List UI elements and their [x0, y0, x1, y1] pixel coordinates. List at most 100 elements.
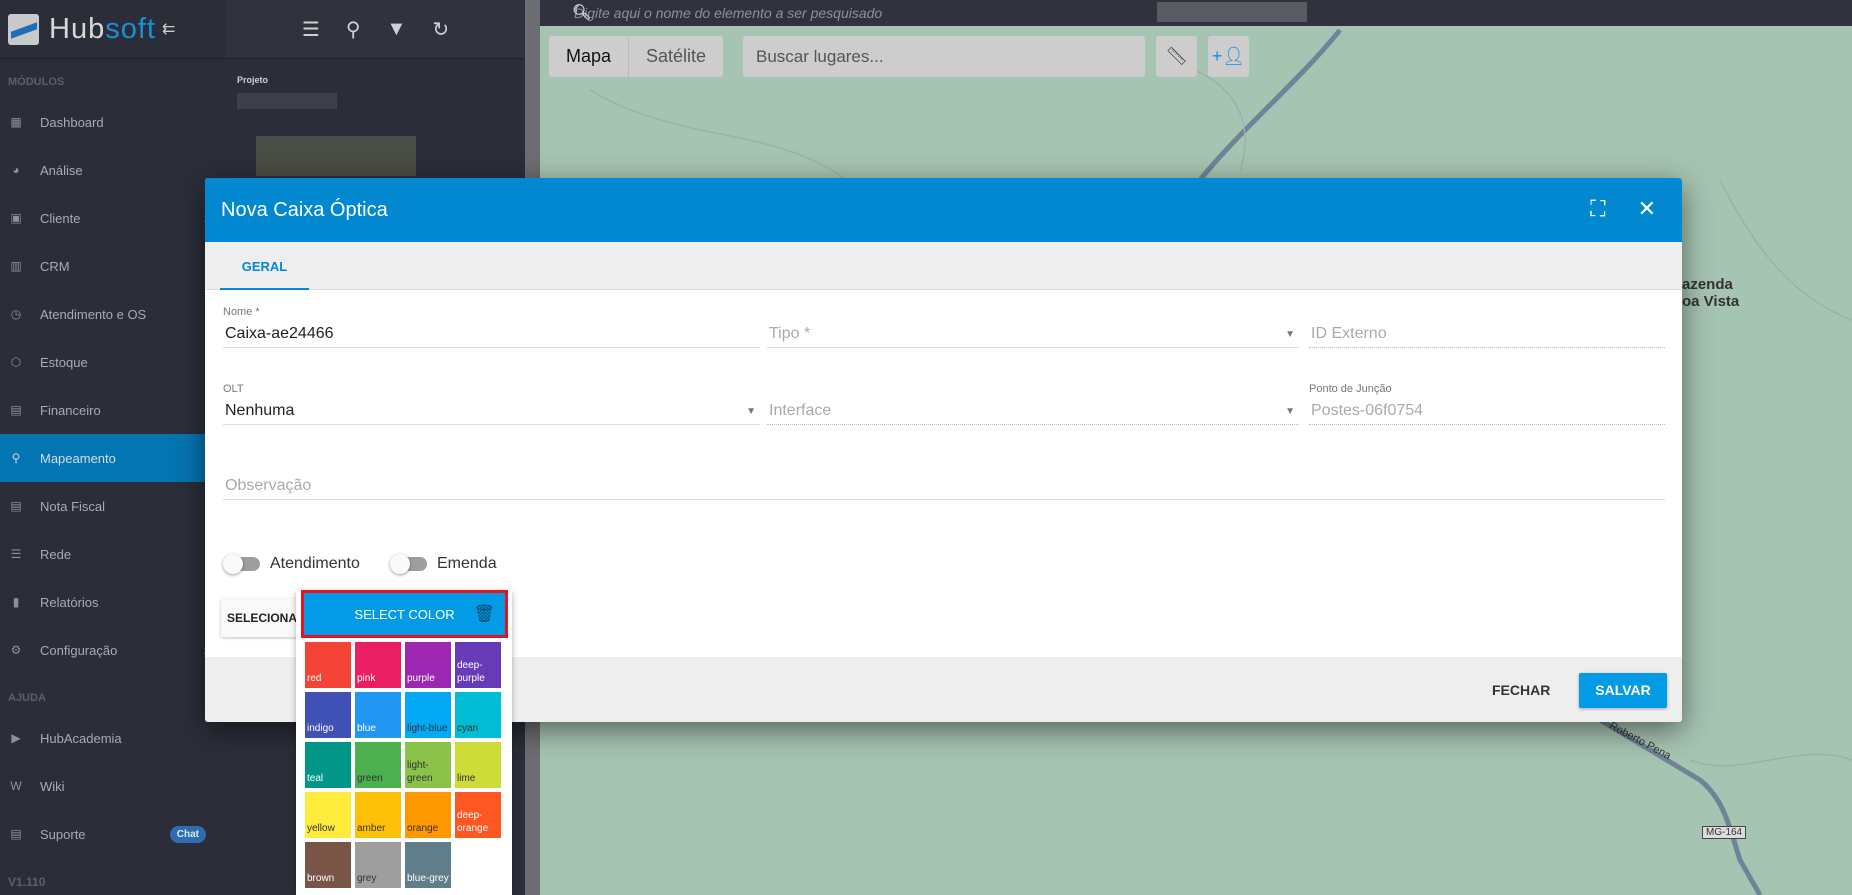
sidebar-item-mapeamento[interactable]: ⚲ Mapeamento [0, 434, 226, 482]
sidebar-item-wiki[interactable]: W Wiki [0, 762, 226, 810]
sidebar-item-relat-rios[interactable]: ▮ Relatórios [0, 578, 226, 626]
sidebar-item-configura-o[interactable]: ⚙Configuração› [0, 626, 226, 674]
toggle-switch[interactable] [223, 554, 260, 574]
filter-icon[interactable]: ▼ [387, 18, 407, 41]
color-swatch-orange[interactable]: orange [405, 792, 451, 838]
ponto-juncao-input[interactable]: Postes-06f0754 [1309, 397, 1665, 425]
emenda-toggle[interactable]: Emenda [390, 554, 497, 574]
swatch-label: blue [357, 723, 376, 734]
toggle-switch[interactable] [390, 554, 427, 574]
atendimento-toggle[interactable]: Atendimento [223, 554, 360, 574]
id-externo-field[interactable]: ID Externo [1309, 306, 1665, 348]
sidebar-item-dashboard[interactable]: ▦ Dashboard [0, 98, 226, 146]
brand-prefix: Hub [49, 12, 106, 45]
swatch-label: teal [307, 773, 324, 784]
color-swatch-deep-orange[interactable]: deep-orange [455, 792, 501, 838]
pie-chart-icon: ◕ [12, 163, 20, 177]
sidebar-item-suporte[interactable]: ▤ Suporte Chat [0, 810, 226, 858]
color-swatch-yellow[interactable]: yellow [305, 792, 351, 838]
salvar-button[interactable]: SALVAR [1579, 673, 1667, 708]
color-swatch-blue[interactable]: blue [355, 692, 401, 738]
sidebar-item-estoque[interactable]: ⬡ Estoque [0, 338, 226, 386]
id-externo-input[interactable]: ID Externo [1309, 320, 1665, 348]
selecionar-button[interactable]: SELECIONAR [221, 599, 306, 637]
sidebar-item-label: Financeiro [40, 402, 101, 418]
map-label-farm: azenda oa Vista [1682, 276, 1739, 310]
sidebar-item-an-lise[interactable]: ◕ Análise [0, 146, 226, 194]
nome-input[interactable]: Caixa-ae24466 [223, 320, 760, 348]
sidebar-item-hubacademia[interactable]: ▶ HubAcademia [0, 714, 226, 762]
chevron-down-icon: ▼ [1285, 406, 1295, 417]
file-icon: ▮ [12, 595, 20, 609]
color-swatch-red[interactable]: red [305, 642, 351, 688]
color-swatch-deep-purple[interactable]: deep-purple [455, 642, 501, 688]
element-search-bar[interactable]: 🔍︎ Digite aqui o nome do elemento a ser … [540, 0, 1852, 26]
map-pin-icon: ⚲ [11, 451, 21, 465]
tipo-select[interactable]: Tipo * [769, 325, 810, 342]
map-type-satellite[interactable]: Satélite [629, 36, 723, 77]
color-swatch-grey[interactable]: grey [355, 842, 401, 888]
swatch-label: amber [357, 823, 386, 834]
sidebar-item-label: Estoque [40, 354, 88, 370]
map-marker-icon[interactable]: ⚲ [346, 17, 361, 42]
trash-icon[interactable]: 🗑︎ [473, 604, 495, 624]
color-swatch-purple[interactable]: purple [405, 642, 451, 688]
color-swatch-indigo[interactable]: indigo [305, 692, 351, 738]
fullscreen-icon[interactable]: ⛶ [1590, 196, 1605, 222]
add-user-icon[interactable]: +👤︎ [1208, 36, 1249, 77]
sidebar: Hubsoft ⇇ MÓDULOS ▦ Dashboard ◕ Análise ▣ Cli… [0, 0, 226, 895]
color-swatch-lime[interactable]: lime [455, 742, 501, 788]
color-swatch-amber[interactable]: amber [355, 792, 401, 838]
color-swatch-green[interactable]: green [355, 742, 401, 788]
tipo-field[interactable]: Tipo * ▼ [767, 306, 1299, 348]
nome-field[interactable]: Nome * Caixa-ae24466 [223, 306, 760, 348]
sidebar-item-label: Análise [40, 162, 83, 178]
server-icon: ☰ [10, 547, 22, 561]
project-label: Projeto [237, 75, 269, 85]
olt-select[interactable]: Nenhuma [225, 402, 294, 419]
color-swatch-cyan[interactable]: cyan [455, 692, 501, 738]
panel-toolbar: ☰ ⚲ ▼ ↻ [226, 0, 525, 59]
sidebar-item-label: Mapeamento [40, 450, 116, 466]
swatch-label: red [307, 673, 322, 684]
sidebar-item-cliente[interactable]: ▣Cliente› [0, 194, 226, 242]
swatch-label: cyan [457, 723, 479, 734]
color-swatch-light-blue[interactable]: light-blue [405, 692, 451, 738]
observacao-input[interactable]: Observação [223, 472, 1665, 500]
trello-board-icon: ▥ [10, 259, 22, 273]
sidebar-item-atendimento-e-os[interactable]: ◷ Atendimento e OS [0, 290, 226, 338]
interface-select[interactable]: Interface [769, 402, 831, 419]
sidebar-item-label: Atendimento e OS [40, 306, 147, 322]
olt-field[interactable]: OLT Nenhuma ▼ [223, 383, 760, 425]
tab-geral[interactable]: GERAL [220, 242, 309, 290]
sidebar-item-rede[interactable]: ☰ Rede [0, 530, 226, 578]
refresh-icon[interactable]: ↻ [432, 17, 449, 42]
color-swatch-light-green[interactable]: light-green [405, 742, 451, 788]
color-swatch-brown[interactable]: brown [305, 842, 351, 888]
map-type-mapa[interactable]: Mapa [549, 36, 630, 77]
color-swatch-teal[interactable]: teal [305, 742, 351, 788]
sidebar-item-financeiro[interactable]: ▤ Financeiro [0, 386, 226, 434]
map-label-highway: MG-164 [1702, 826, 1747, 839]
menu-icon[interactable]: ☰ [302, 17, 320, 42]
ponto-juncao-field[interactable]: Ponto de Junção Postes-06f0754 [1309, 383, 1665, 425]
map-label-farm-line1: azenda [1682, 276, 1733, 293]
color-picker: SELECT COLOR 🗑︎ red pink purple deep-purple… [296, 590, 512, 895]
ruler-icon[interactable]: 📏︎ [1156, 36, 1197, 77]
close-icon[interactable]: ✕ [1638, 196, 1656, 222]
nome-label: Nome * [223, 306, 260, 318]
places-search-input[interactable]: Buscar lugares... [743, 36, 1145, 77]
fechar-button[interactable]: FECHAR [1492, 673, 1550, 708]
color-swatch-blue-grey[interactable]: blue-grey [405, 842, 451, 888]
sidebar-item-nota-fiscal[interactable]: ▤ Nota Fiscal [0, 482, 226, 530]
interface-field[interactable]: Interface ▼ [767, 383, 1299, 425]
sidebar-item-crm[interactable]: ▥ CRM [0, 242, 226, 290]
sidebar-item-label: Configuração [40, 642, 118, 658]
sidebar-item-label: Rede [40, 546, 72, 562]
collapse-menu-icon[interactable]: ⇇ [162, 19, 175, 39]
observacao-field[interactable]: Observação [223, 458, 1665, 500]
chat-badge[interactable]: Chat [169, 825, 206, 843]
swatch-label: blue-grey [407, 873, 449, 884]
select-color-button[interactable]: SELECT COLOR 🗑︎ [301, 590, 508, 638]
color-swatch-pink[interactable]: pink [355, 642, 401, 688]
